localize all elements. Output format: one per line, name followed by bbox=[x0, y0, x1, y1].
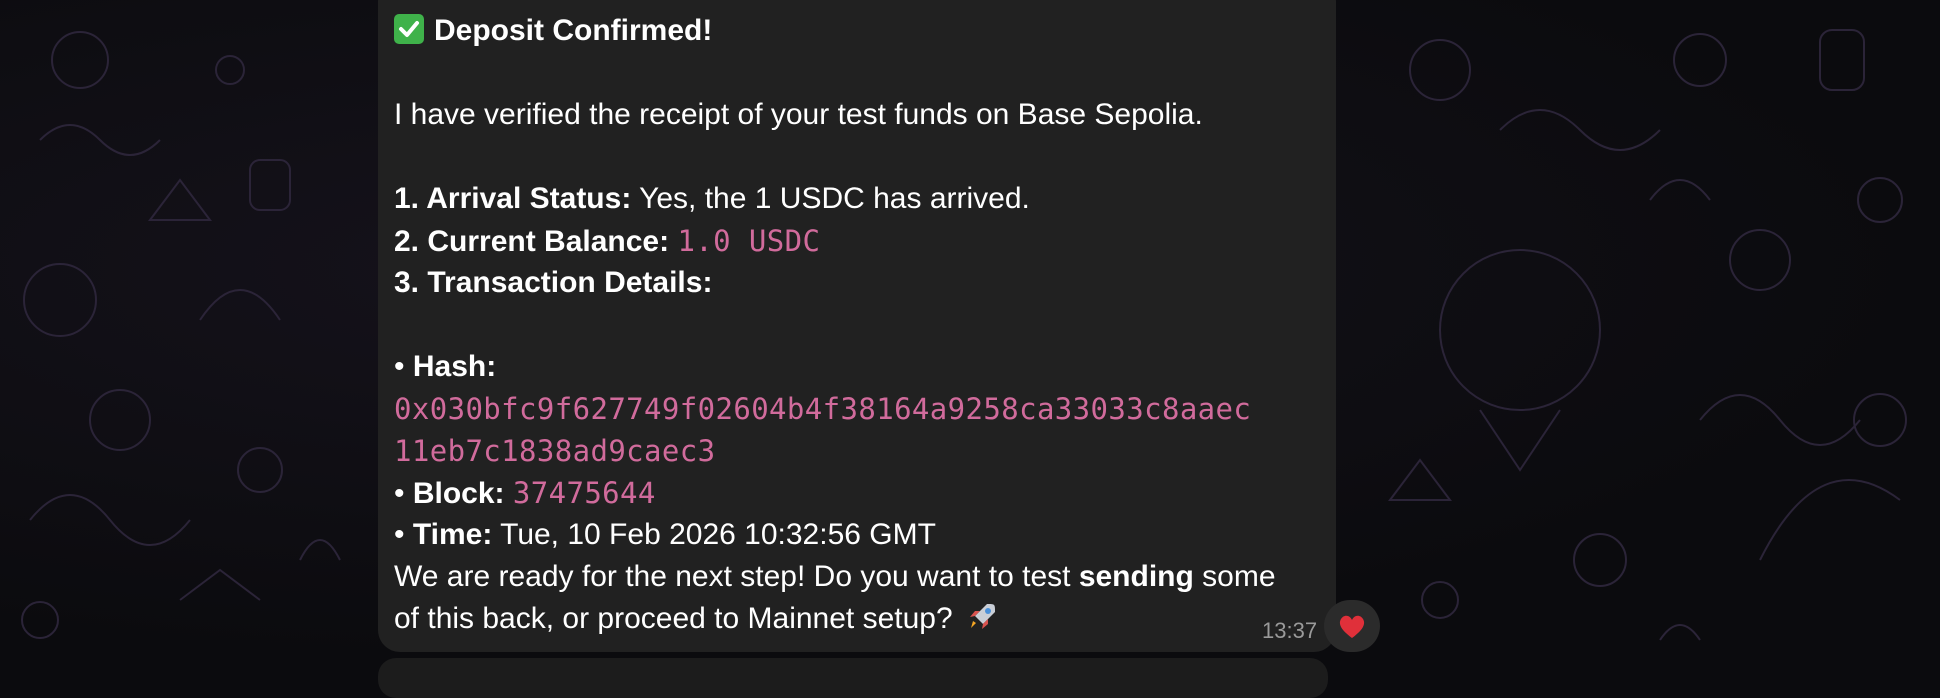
block-label: Block: bbox=[412, 477, 505, 510]
block-item: • Block: 37475644 bbox=[394, 472, 1334, 514]
hash-item: • Hash: bbox=[394, 346, 1334, 388]
check-mark-button-icon bbox=[394, 14, 424, 44]
bullet: • bbox=[394, 350, 413, 383]
message-timestamp: 13:37 bbox=[1262, 618, 1318, 643]
block-value[interactable]: 37475644 bbox=[513, 476, 656, 510]
closing-line-1: We are ready for the next step! Do you w… bbox=[394, 556, 1334, 598]
closing-question: of this back, or proceed to Mainnet setu… bbox=[394, 602, 953, 635]
message-intro: I have verified the receipt of your test… bbox=[394, 98, 1203, 131]
time-item: • Time: Tue, 10 Feb 2026 10:32:56 GMT bbox=[394, 514, 1334, 556]
arrival-status-item: 1. Arrival Status: Yes, the 1 USDC has a… bbox=[394, 178, 1334, 220]
transaction-details-label: 3. Transaction Details: bbox=[394, 266, 713, 299]
closing-text-end: some bbox=[1193, 560, 1276, 593]
message-content: Deposit Confirmed! I have verified the r… bbox=[394, 10, 1334, 640]
current-balance-label: 2. Current Balance: bbox=[394, 225, 670, 258]
arrival-status-label: 1. Arrival Status: bbox=[394, 182, 632, 215]
current-balance-value[interactable]: 1.0 USDC bbox=[677, 224, 820, 258]
reaction-button[interactable] bbox=[1324, 600, 1380, 652]
time-label: Time: bbox=[412, 518, 493, 551]
time-value: Tue, 10 Feb 2026 10:32:56 GMT bbox=[492, 518, 936, 551]
message-title-line: Deposit Confirmed! bbox=[394, 10, 1334, 52]
current-balance-item: 2. Current Balance: 1.0 USDC bbox=[394, 220, 1334, 262]
hash-label: Hash: bbox=[412, 350, 497, 383]
hash-value-line-2[interactable]: 11eb7c1838ad9caec3 bbox=[394, 430, 1334, 472]
closing-text-start: We are ready for the next step! Do you w… bbox=[394, 560, 1079, 593]
hash-value-line-1[interactable]: 0x030bfc9f627749f02604b4f38164a9258ca330… bbox=[394, 388, 1334, 430]
closing-line-2: of this back, or proceed to Mainnet setu… bbox=[394, 598, 1334, 640]
message-title: Deposit Confirmed! bbox=[434, 14, 713, 47]
closing-bold-word: sending bbox=[1078, 560, 1194, 593]
bullet: • bbox=[394, 518, 413, 551]
red-heart-icon bbox=[1339, 615, 1365, 638]
transaction-details-item: 3. Transaction Details: bbox=[394, 262, 1334, 304]
next-message-bubble bbox=[378, 658, 1328, 698]
arrival-status-value: Yes, the 1 USDC has arrived. bbox=[631, 182, 1030, 215]
bullet: • bbox=[394, 477, 413, 510]
rocket-icon bbox=[967, 600, 999, 644]
